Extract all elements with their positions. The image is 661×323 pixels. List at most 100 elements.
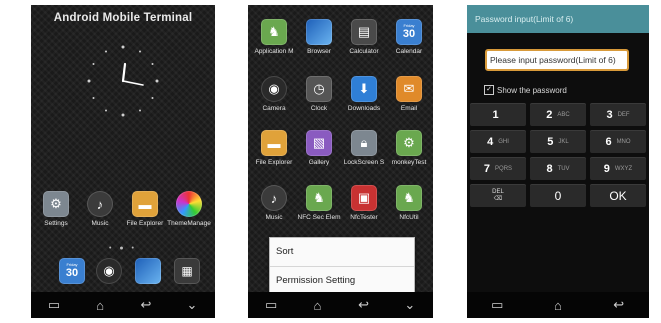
- app-music[interactable]: ♪ Music: [77, 191, 123, 227]
- analog-clock-widget[interactable]: [83, 41, 163, 121]
- app-label: File Explorer: [255, 159, 293, 166]
- app-label: Calculator: [349, 48, 379, 55]
- app-label: LockScreen S: [343, 159, 385, 166]
- app-file-explorer[interactable]: ▬ File Explorer: [122, 191, 168, 227]
- app-label: monkeyTest: [391, 159, 427, 166]
- ok-key[interactable]: OK: [590, 184, 646, 207]
- browser-icon: [306, 19, 332, 45]
- key-2[interactable]: 2 ABC: [530, 103, 586, 126]
- camera-icon: ◉: [261, 76, 287, 102]
- app-music[interactable]: ♪ Music: [251, 185, 297, 221]
- app-browser[interactable]: Browser: [296, 19, 342, 55]
- key-5[interactable]: 5 JKL: [530, 130, 586, 153]
- app-nfc-sec-elem[interactable]: ♞ NFC Sec Elem: [296, 185, 342, 221]
- key-3[interactable]: 3 DEF: [590, 103, 646, 126]
- navigation-bar: ▭ ⌂ ↩ ⌄: [31, 292, 215, 318]
- key-0[interactable]: 0: [530, 184, 586, 207]
- app-label: Music: [91, 220, 109, 227]
- calculator-icon: ▤: [351, 19, 377, 45]
- recent-apps-button[interactable]: ▭: [482, 297, 512, 313]
- hotseat-app-drawer[interactable]: ▦: [164, 258, 210, 284]
- app-email[interactable]: ✉ Email: [386, 76, 432, 112]
- app-label: Music: [265, 214, 283, 221]
- key-6[interactable]: 6 MNO: [590, 130, 646, 153]
- app-label: NfcUtil: [399, 214, 419, 221]
- app-label: File Explorer: [126, 220, 164, 227]
- password-input[interactable]: Please input password(Limit of 6): [485, 49, 629, 71]
- android-icon: ♞: [306, 185, 332, 211]
- app-file-explorer[interactable]: ▬ File Explorer: [251, 130, 297, 166]
- show-password-label: Show the password: [497, 85, 567, 95]
- app-label: NFC Sec Elem: [297, 214, 341, 221]
- checkbox-icon: ✓: [484, 85, 494, 95]
- key-7[interactable]: 7 PQRS: [470, 157, 526, 180]
- app-label: Settings: [44, 220, 68, 227]
- app-drawer-icon: ▦: [174, 258, 200, 284]
- recent-apps-button[interactable]: ▭: [39, 297, 69, 313]
- home-button[interactable]: ⌂: [302, 298, 332, 313]
- app-monkeytest[interactable]: ⚙ monkeyTest: [386, 130, 432, 166]
- app-label: ThemeManage: [167, 220, 211, 227]
- app-label: Downloads: [347, 105, 381, 112]
- app-label: Browser: [307, 48, 331, 55]
- calendar-icon: Friday 30: [396, 19, 422, 45]
- app-application-m[interactable]: ♞ Application M: [251, 19, 297, 55]
- app-calculator[interactable]: ▤ Calculator: [341, 19, 387, 55]
- app-calendar[interactable]: Friday 30 Calendar: [386, 19, 432, 55]
- menu-button[interactable]: ⌄: [177, 297, 207, 313]
- browser-icon: [135, 258, 161, 284]
- music-icon: ♪: [261, 185, 287, 211]
- app-nfctester[interactable]: ▣ NfcTester: [341, 185, 387, 221]
- key-8[interactable]: 8 TUV: [530, 157, 586, 180]
- lock-icon: 🔒︎: [351, 130, 377, 156]
- app-settings[interactable]: ⚙ Settings: [33, 191, 79, 227]
- menu-item-permission-setting[interactable]: Permission Setting: [270, 266, 414, 295]
- camera-icon: ◉: [96, 258, 122, 284]
- back-button[interactable]: ↩: [349, 297, 379, 313]
- password-screen: Password input(Limit of 6) Please input …: [467, 5, 649, 318]
- options-menu: Sort Permission Setting: [269, 237, 415, 295]
- app-clock[interactable]: ◷ Clock: [296, 76, 342, 112]
- app-label: Gallery: [308, 159, 330, 166]
- app-downloads[interactable]: ⬇ Downloads: [341, 76, 387, 112]
- gallery-icon: ▧: [306, 130, 332, 156]
- app-theme-manage[interactable]: ThemeManage: [166, 191, 212, 227]
- folder-icon: ▬: [132, 191, 158, 217]
- home-button[interactable]: ⌂: [543, 298, 573, 313]
- music-icon: ♪: [87, 191, 113, 217]
- password-dialog-title: Password input(Limit of 6): [467, 5, 649, 33]
- key-4[interactable]: 4 GHI: [470, 130, 526, 153]
- key-9[interactable]: 9 WXYZ: [590, 157, 646, 180]
- back-button[interactable]: ↩: [604, 297, 634, 313]
- navigation-bar: ▭ ⌂ ↩: [467, 292, 649, 318]
- download-icon: ⬇: [351, 76, 377, 102]
- app-label: Camera: [262, 105, 286, 112]
- menu-button[interactable]: ⌄: [395, 297, 425, 313]
- android-gear-icon: ⚙: [396, 130, 422, 156]
- app-lockscreen-s[interactable]: 🔒︎ LockScreen S: [341, 130, 387, 166]
- app-nfcutil[interactable]: ♞ NfcUtil: [386, 185, 432, 221]
- app-gallery[interactable]: ▧ Gallery: [296, 130, 342, 166]
- menu-item-sort[interactable]: Sort: [270, 238, 414, 266]
- settings-icon: ⚙: [43, 191, 69, 217]
- android-icon: ♞: [396, 185, 422, 211]
- app-camera[interactable]: ◉ Camera: [251, 76, 297, 112]
- key-1[interactable]: 1: [470, 103, 526, 126]
- delete-icon: DEL ⌫: [492, 188, 504, 202]
- back-button[interactable]: ↩: [131, 297, 161, 313]
- app-label: Email: [400, 105, 418, 112]
- show-password-checkbox[interactable]: ✓ Show the password: [484, 85, 567, 95]
- android-icon: ♞: [261, 19, 287, 45]
- recent-apps-button[interactable]: ▭: [256, 297, 286, 313]
- delete-key[interactable]: DEL ⌫: [470, 184, 526, 207]
- home-button[interactable]: ⌂: [85, 298, 115, 313]
- app-label: Application M: [254, 48, 294, 55]
- folder-icon: ▬: [261, 130, 287, 156]
- home-title: Android Mobile Terminal: [53, 12, 193, 24]
- home-screen: Android Mobile Terminal ⚙ Settings ♪ Mus…: [31, 5, 215, 318]
- email-icon: ✉: [396, 76, 422, 102]
- app-label: Clock: [310, 105, 328, 112]
- theme-icon: [176, 191, 202, 217]
- page-indicator: • ● •: [108, 245, 138, 252]
- app-drawer-screen: ♞ Application M Browser ▤ Calculator Friday 30…: [248, 5, 433, 318]
